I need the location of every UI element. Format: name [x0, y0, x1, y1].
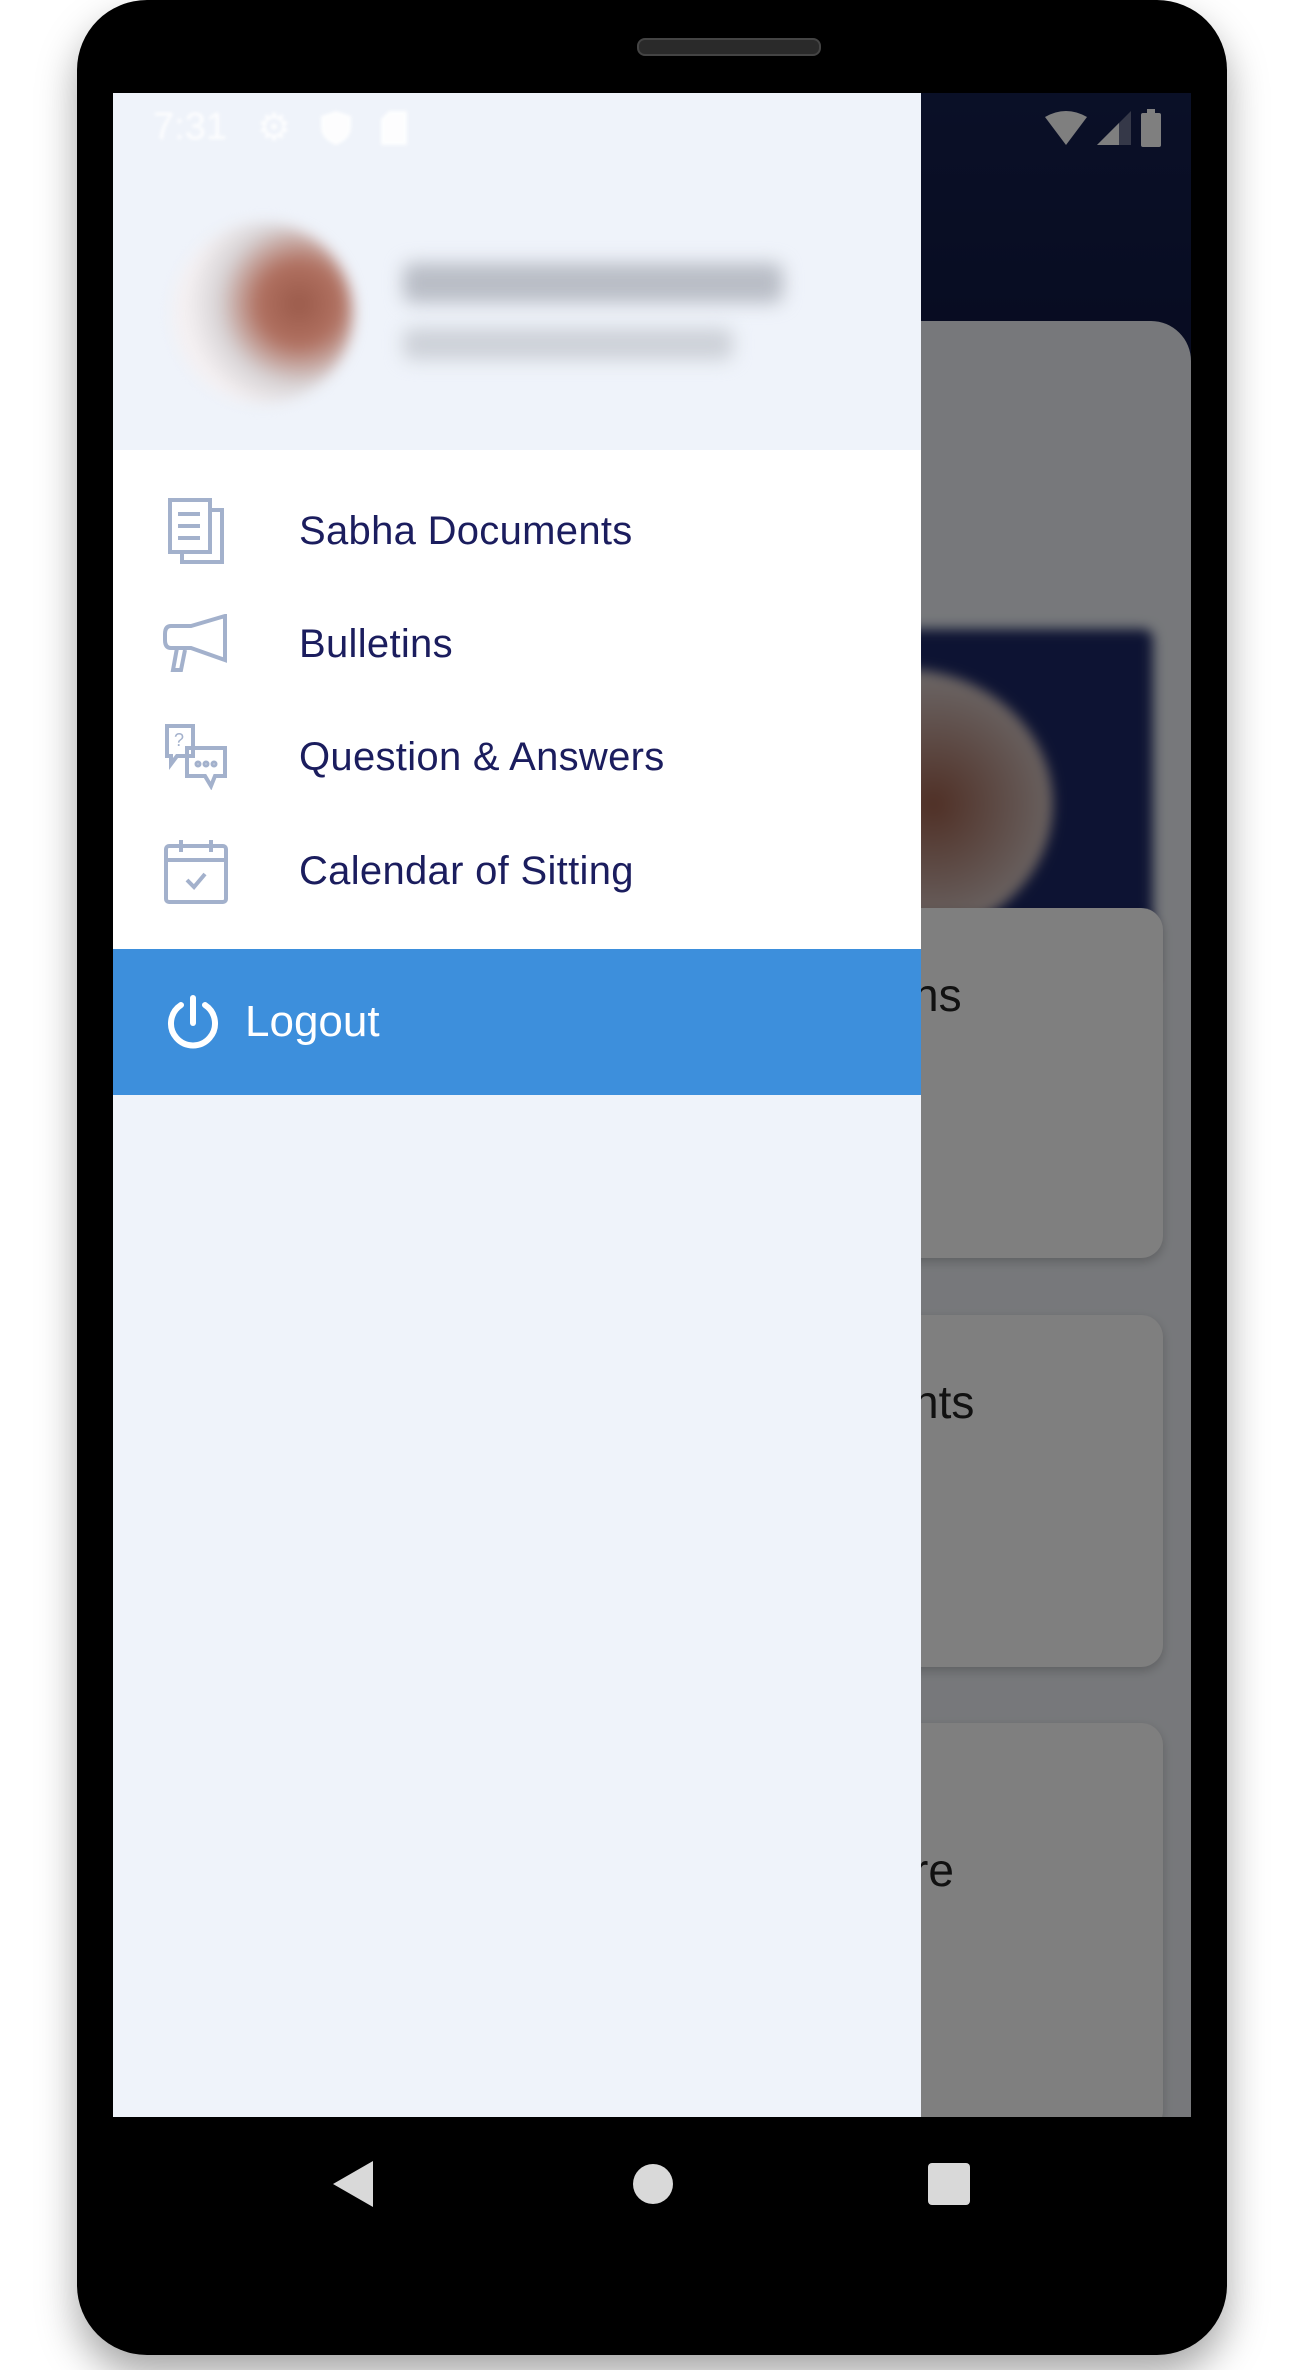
- navigation-drawer: 7:31 ⚙ Sabha Documents Bulletins ? Quest…: [113, 93, 921, 2117]
- recents-icon[interactable]: [928, 2163, 970, 2205]
- documents-icon: [163, 498, 229, 564]
- gear-icon: ⚙: [256, 107, 292, 149]
- logout-button[interactable]: Logout: [113, 949, 921, 1095]
- drawer-menu: Sabha Documents Bulletins ? Question & A…: [113, 450, 921, 950]
- chat-question-icon: ?: [163, 724, 229, 790]
- system-nav-bar: [113, 2117, 1191, 2277]
- menu-label: Calendar of Sitting: [299, 848, 634, 893]
- svg-text:?: ?: [174, 730, 184, 750]
- menu-item-sabha-documents[interactable]: Sabha Documents: [113, 476, 921, 586]
- menu-label: Question & Answers: [299, 734, 665, 779]
- menu-item-bulletins[interactable]: Bulletins: [113, 589, 921, 699]
- status-time: 7:31: [153, 106, 227, 148]
- power-icon: [165, 995, 221, 1056]
- menu-label: Sabha Documents: [299, 508, 633, 553]
- drawer-header: 7:31 ⚙: [113, 93, 921, 450]
- user-constituency-blurred: [403, 328, 733, 360]
- menu-item-question-answers[interactable]: ? Question & Answers: [113, 702, 921, 812]
- menu-label: Bulletins: [299, 621, 453, 666]
- speaker-grille: [637, 38, 821, 56]
- megaphone-icon: [163, 611, 229, 677]
- logout-label: Logout: [245, 997, 380, 1046]
- user-name-blurred: [403, 263, 783, 303]
- back-icon[interactable]: [333, 2161, 373, 2207]
- screen: ns nts re 7:31 ⚙ Sabh: [113, 93, 1191, 2117]
- status-icons-left: 7:31 ⚙: [153, 105, 408, 150]
- home-icon[interactable]: [632, 2163, 674, 2205]
- sd-card-icon: [381, 110, 408, 145]
- shield-play-icon: [321, 110, 352, 145]
- calendar-check-icon: [163, 838, 229, 904]
- menu-item-calendar-of-sitting[interactable]: Calendar of Sitting: [113, 816, 921, 926]
- avatar: [173, 223, 353, 403]
